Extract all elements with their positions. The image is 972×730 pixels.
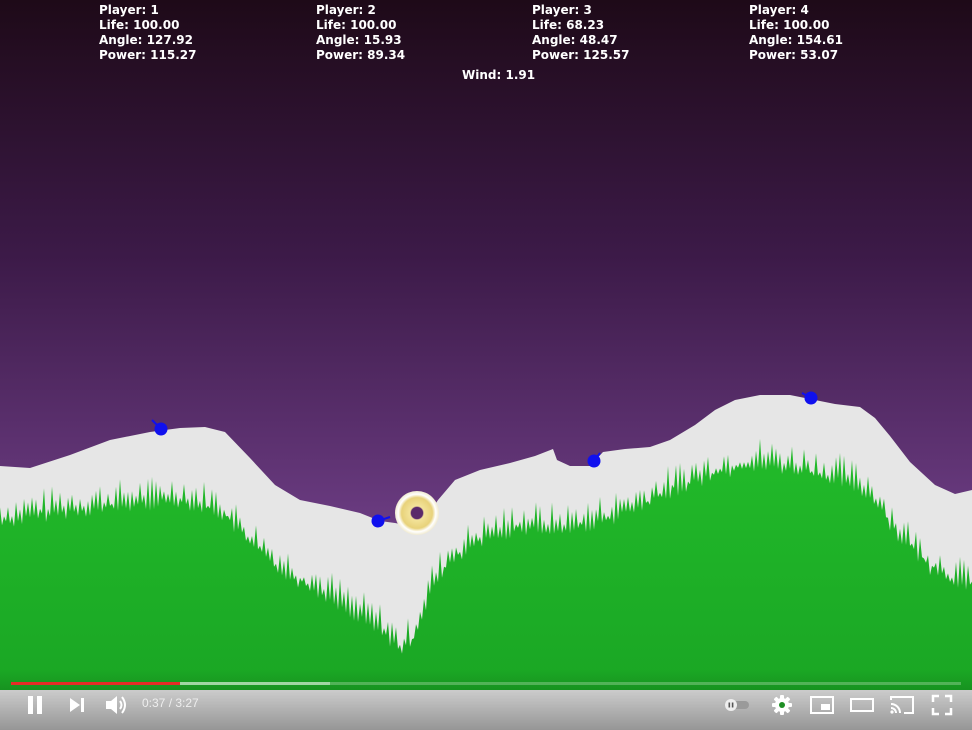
life-value: 100.00 xyxy=(783,18,830,32)
progress-bar[interactable] xyxy=(11,682,961,685)
pause-icon xyxy=(28,696,42,714)
miniplayer-button[interactable] xyxy=(808,692,836,718)
power-label: Power: xyxy=(99,48,151,62)
game-scene xyxy=(0,0,972,730)
angle-value: 127.92 xyxy=(146,33,193,47)
theater-mode-icon xyxy=(850,698,874,712)
current-time: 0:37 xyxy=(142,696,166,710)
player-number: 4 xyxy=(800,3,809,17)
angle-label: Angle: xyxy=(99,33,147,47)
angle-label: Angle: xyxy=(316,33,364,47)
cast-button[interactable] xyxy=(888,692,916,718)
time-display: 0:37 / 3:27 xyxy=(142,696,199,710)
life-label: Life: xyxy=(532,18,567,32)
angle-value: 154.61 xyxy=(796,33,843,47)
gear-icon xyxy=(772,695,792,715)
next-button[interactable] xyxy=(64,692,90,718)
explosion xyxy=(395,491,439,535)
volume-icon xyxy=(106,696,126,714)
player-number: 1 xyxy=(150,3,159,17)
angle-label: Angle: xyxy=(532,33,580,47)
autoplay-toggle[interactable] xyxy=(722,692,752,718)
volume-button[interactable] xyxy=(103,692,131,718)
player-number: 3 xyxy=(583,3,592,17)
power-label: Power: xyxy=(749,48,801,62)
time-separator: / xyxy=(165,696,176,710)
angle-label: Angle: xyxy=(749,33,797,47)
player-label: Player: xyxy=(749,3,801,17)
player-label: Player: xyxy=(532,3,584,17)
angle-value: 48.47 xyxy=(579,33,618,47)
cast-icon xyxy=(890,696,914,714)
angle-value: 15.93 xyxy=(363,33,402,47)
player-4-stats: Player: 4 Life: 100.00 Angle: 154.61 Pow… xyxy=(749,3,843,63)
video-controls: 0:37 / 3:27 xyxy=(0,682,972,730)
miniplayer-icon xyxy=(810,696,834,714)
player-1-stats: Player: 1 Life: 100.00 Angle: 127.92 Pow… xyxy=(99,3,196,63)
wind-readout: Wind: 1.91 xyxy=(462,68,535,83)
player-number: 2 xyxy=(367,3,376,17)
player-label: Player: xyxy=(99,3,151,17)
life-value: 100.00 xyxy=(133,18,180,32)
power-label: Power: xyxy=(316,48,368,62)
fullscreen-button[interactable] xyxy=(929,692,955,718)
power-label: Power: xyxy=(532,48,584,62)
wind-value: 1.91 xyxy=(505,68,536,82)
progress-played xyxy=(11,682,181,685)
player-2-stats: Player: 2 Life: 100.00 Angle: 15.93 Powe… xyxy=(316,3,405,63)
game-video-frame[interactable]: Player: 1 Life: 100.00 Angle: 127.92 Pow… xyxy=(0,0,972,730)
wind-label: Wind: xyxy=(462,68,506,82)
power-value: 115.27 xyxy=(150,48,197,62)
pause-button[interactable] xyxy=(22,692,48,718)
duration: 3:27 xyxy=(175,696,199,710)
next-icon xyxy=(70,698,84,712)
life-label: Life: xyxy=(749,18,784,32)
life-label: Life: xyxy=(316,18,351,32)
theater-mode-button[interactable] xyxy=(848,692,876,718)
autoplay-toggle-icon xyxy=(725,699,749,711)
player-3-stats: Player: 3 Life: 68.23 Angle: 48.47 Power… xyxy=(532,3,629,63)
power-value: 89.34 xyxy=(367,48,406,62)
life-label: Life: xyxy=(99,18,134,32)
settings-button[interactable] xyxy=(770,692,794,718)
fullscreen-icon xyxy=(931,694,953,716)
power-value: 53.07 xyxy=(800,48,839,62)
player-label: Player: xyxy=(316,3,368,17)
life-value: 100.00 xyxy=(350,18,397,32)
life-value: 68.23 xyxy=(566,18,605,32)
power-value: 125.57 xyxy=(583,48,630,62)
